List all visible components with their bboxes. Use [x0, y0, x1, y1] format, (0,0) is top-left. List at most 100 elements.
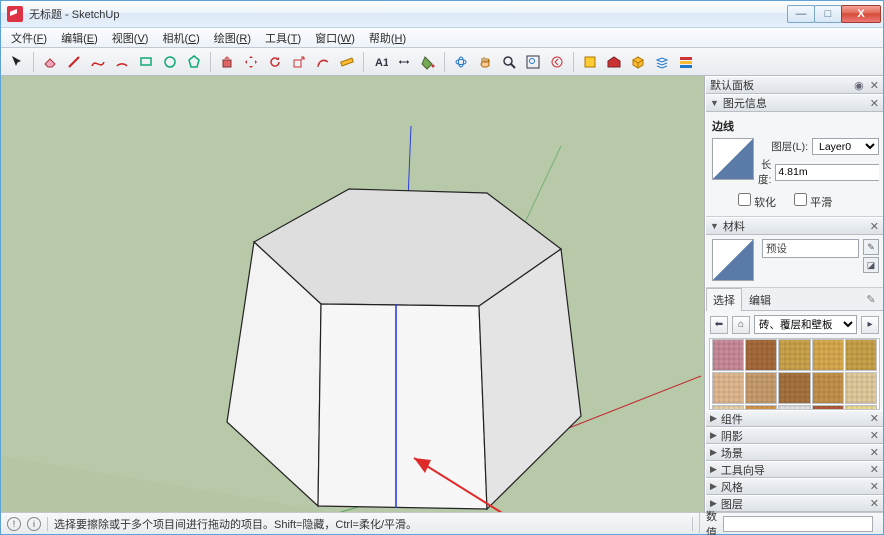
components-button[interactable]: [628, 52, 648, 72]
default-material-button[interactable]: ◪: [863, 257, 879, 273]
push-pull-button[interactable]: [217, 52, 237, 72]
material-swatch[interactable]: [745, 339, 777, 371]
rectangle-button[interactable]: [136, 52, 156, 72]
previous-button[interactable]: [547, 52, 567, 72]
tray-close-icon[interactable]: ✕: [870, 79, 879, 92]
measurements-input[interactable]: [723, 516, 873, 532]
eraser-button[interactable]: [40, 52, 60, 72]
minimize-button[interactable]: —: [787, 5, 815, 23]
warehouse-button[interactable]: [604, 52, 624, 72]
paint-bucket-button[interactable]: [418, 52, 438, 72]
default-tray-title: 默认面板: [710, 77, 754, 93]
materials-edit-tab[interactable]: 编辑: [742, 288, 778, 311]
next-button[interactable]: [580, 52, 600, 72]
material-swatch[interactable]: [712, 372, 744, 404]
layer-select[interactable]: Layer0: [812, 138, 879, 155]
layer-label: 图层(L):: [758, 139, 808, 154]
maximize-button[interactable]: □: [814, 5, 842, 23]
zoom-button[interactable]: [499, 52, 519, 72]
measure-button[interactable]: [337, 52, 357, 72]
svg-text:A1: A1: [375, 57, 388, 69]
material-back-button[interactable]: ⬅: [710, 316, 728, 334]
offset-button[interactable]: [313, 52, 333, 72]
material-swatch[interactable]: [845, 339, 877, 371]
current-material-swatch: [712, 239, 754, 281]
layers-panel-header[interactable]: ▶图层✕: [706, 495, 883, 512]
entity-swatch: [712, 138, 754, 180]
collapse-arrow-icon: ▼: [710, 98, 719, 108]
smooth-checkbox[interactable]: 平滑: [794, 193, 832, 210]
materials-title: 材料: [723, 218, 745, 234]
pin-icon[interactable]: ◉: [854, 79, 864, 92]
polygon-button[interactable]: [184, 52, 204, 72]
length-input[interactable]: [775, 164, 879, 181]
layers-button[interactable]: [652, 52, 672, 72]
material-home-button[interactable]: ⌂: [732, 316, 750, 334]
text-button[interactable]: A1: [370, 52, 390, 72]
soften-checkbox[interactable]: 软化: [738, 193, 776, 210]
zoom-extents-button[interactable]: [523, 52, 543, 72]
main-toolbar: A1: [1, 48, 883, 76]
shadows-panel-header[interactable]: ▶阴影✕: [706, 427, 883, 444]
arc-button[interactable]: [112, 52, 132, 72]
materials-current: 预设 ✎ ◪: [706, 235, 883, 288]
materials-select-tab[interactable]: 选择: [706, 288, 742, 311]
default-tray: 默认面板 ◉ ✕ ▼图元信息 ✕ 边线 图层(L): Layer0 长: [705, 76, 883, 512]
status-message: 选择要擦除或于多个项目间进行拖动的项目。Shift=隐藏，Ctrl=柔化/平滑。: [54, 516, 686, 532]
rotate-button[interactable]: [265, 52, 285, 72]
create-material-button[interactable]: ✎: [863, 239, 879, 255]
scenes-panel-header[interactable]: ▶场景✕: [706, 444, 883, 461]
freehand-button[interactable]: [88, 52, 108, 72]
entity-info-title: 图元信息: [723, 95, 767, 111]
entity-info-header[interactable]: ▼ 图元信息 ✕: [706, 94, 883, 112]
material-menu-button[interactable]: ▸: [861, 316, 879, 334]
viewport[interactable]: [1, 76, 705, 512]
collapse-arrow-icon: ▼: [710, 221, 719, 231]
default-tray-header[interactable]: 默认面板 ◉ ✕: [706, 76, 883, 94]
menu-r[interactable]: 绘图(R): [208, 28, 257, 48]
orbit-button[interactable]: [451, 52, 471, 72]
outliner-button[interactable]: [676, 52, 696, 72]
sample-paint-icon[interactable]: ✎: [863, 291, 879, 307]
select-arrow-button[interactable]: [7, 52, 27, 72]
material-name-field[interactable]: 预设: [762, 239, 859, 258]
panel-close-icon[interactable]: ✕: [870, 220, 879, 233]
menu-bar: 文件(F)编辑(E)视图(V)相机(C)绘图(R)工具(T)窗口(W)帮助(H): [1, 28, 883, 48]
line-button[interactable]: [64, 52, 84, 72]
circle-button[interactable]: [160, 52, 180, 72]
material-swatch[interactable]: [812, 339, 844, 371]
material-swatch[interactable]: [812, 372, 844, 404]
close-button[interactable]: X: [841, 5, 881, 23]
styles-panel-header[interactable]: ▶风格✕: [706, 478, 883, 495]
menu-v[interactable]: 视图(V): [106, 28, 155, 48]
window-title: 无标题 - SketchUp: [29, 6, 788, 22]
instructor-panel-header[interactable]: ▶工具向导✕: [706, 461, 883, 478]
status-bar: ! i 选择要擦除或于多个项目间进行拖动的项目。Shift=隐藏，Ctrl=柔化…: [1, 512, 883, 534]
components-panel-header[interactable]: ▶组件✕: [706, 410, 883, 427]
material-swatch[interactable]: [712, 339, 744, 371]
credits-icon[interactable]: i: [27, 517, 41, 531]
menu-e[interactable]: 编辑(E): [55, 28, 104, 48]
geolocation-icon[interactable]: !: [7, 517, 21, 531]
materials-header[interactable]: ▼ 材料 ✕: [706, 217, 883, 235]
material-swatch[interactable]: [778, 339, 810, 371]
menu-h[interactable]: 帮助(H): [363, 28, 412, 48]
panel-close-icon[interactable]: ✕: [870, 97, 879, 110]
dimension-button[interactable]: [394, 52, 414, 72]
length-label: 长度:: [758, 157, 771, 187]
move-button[interactable]: [241, 52, 261, 72]
menu-t[interactable]: 工具(T): [259, 28, 307, 48]
scale-button[interactable]: [289, 52, 309, 72]
app-icon: [7, 6, 23, 22]
material-category-select[interactable]: 砖、覆层和壁板: [754, 315, 857, 334]
menu-c[interactable]: 相机(C): [156, 28, 205, 48]
entity-type-label: 边线: [710, 116, 879, 138]
material-swatch[interactable]: [745, 372, 777, 404]
menu-f[interactable]: 文件(F): [5, 28, 53, 48]
entity-info-panel: 边线 图层(L): Layer0 长度: 软化 平滑: [706, 112, 883, 217]
title-bar: 无标题 - SketchUp — □ X: [1, 1, 883, 28]
material-swatch[interactable]: [845, 372, 877, 404]
pan-button[interactable]: [475, 52, 495, 72]
menu-w[interactable]: 窗口(W): [309, 28, 361, 48]
material-swatch[interactable]: [778, 372, 810, 404]
